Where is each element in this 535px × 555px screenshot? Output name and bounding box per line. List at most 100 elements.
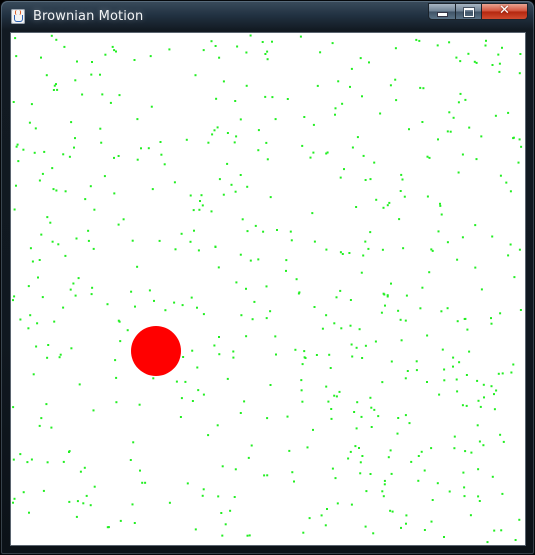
particle bbox=[266, 50, 269, 53]
particle bbox=[85, 494, 88, 497]
particle bbox=[248, 534, 251, 537]
brownian-svg bbox=[12, 34, 523, 544]
particle bbox=[448, 490, 451, 493]
close-button[interactable]: ✕ bbox=[482, 3, 528, 20]
particle bbox=[69, 288, 72, 291]
particle bbox=[202, 393, 205, 396]
particle bbox=[144, 481, 147, 484]
particle bbox=[106, 526, 109, 529]
particle bbox=[463, 318, 466, 320]
particle bbox=[484, 44, 487, 47]
particle bbox=[119, 340, 122, 343]
particle bbox=[439, 204, 442, 207]
particle bbox=[240, 314, 243, 317]
particle bbox=[233, 496, 236, 498]
particle bbox=[93, 208, 96, 211]
particle bbox=[459, 60, 462, 63]
particle bbox=[349, 85, 351, 88]
particle bbox=[446, 241, 449, 244]
particle bbox=[92, 247, 95, 250]
particle bbox=[430, 520, 433, 523]
particle bbox=[423, 529, 426, 531]
particle bbox=[355, 427, 358, 430]
particle bbox=[306, 446, 309, 449]
particle bbox=[499, 174, 502, 177]
particle bbox=[104, 53, 107, 56]
particle bbox=[197, 389, 200, 392]
particle bbox=[185, 138, 188, 141]
particle bbox=[45, 74, 48, 77]
particle bbox=[389, 449, 392, 452]
particle bbox=[15, 55, 18, 58]
particle bbox=[405, 514, 408, 517]
particle bbox=[89, 504, 92, 507]
particle bbox=[196, 366, 199, 369]
particle bbox=[408, 422, 411, 425]
particle bbox=[295, 278, 298, 281]
particle bbox=[338, 390, 341, 393]
particle bbox=[349, 450, 352, 453]
particle bbox=[415, 369, 418, 372]
particle bbox=[491, 235, 494, 238]
particle bbox=[130, 290, 133, 293]
minimize-button[interactable] bbox=[428, 3, 456, 20]
maximize-button[interactable] bbox=[456, 3, 482, 20]
particle bbox=[391, 510, 394, 513]
particle bbox=[405, 522, 407, 525]
particle bbox=[379, 112, 382, 115]
particle bbox=[234, 190, 237, 193]
particle bbox=[218, 353, 221, 356]
particle bbox=[452, 116, 455, 119]
particle bbox=[491, 475, 494, 478]
particle bbox=[269, 310, 272, 313]
particle bbox=[477, 399, 480, 402]
app-window: Brownian Motion ✕ bbox=[0, 0, 535, 555]
particle bbox=[261, 41, 264, 43]
particle bbox=[394, 78, 397, 81]
particle bbox=[337, 80, 340, 83]
particle bbox=[190, 296, 193, 299]
particle bbox=[404, 414, 407, 417]
particle bbox=[118, 94, 121, 97]
particle bbox=[266, 417, 269, 420]
particle bbox=[289, 230, 292, 233]
particle bbox=[191, 349, 194, 352]
particle bbox=[122, 218, 125, 221]
particle bbox=[498, 70, 501, 73]
particle bbox=[390, 360, 393, 363]
particle bbox=[380, 311, 383, 314]
particle bbox=[245, 287, 247, 290]
particle bbox=[423, 469, 426, 472]
particle bbox=[364, 240, 367, 243]
particle bbox=[301, 363, 304, 366]
particle bbox=[372, 532, 375, 535]
java-cup-icon[interactable] bbox=[11, 9, 25, 24]
particle bbox=[300, 389, 303, 392]
particle bbox=[364, 525, 367, 528]
particle bbox=[50, 426, 53, 429]
window-title: Brownian Motion bbox=[33, 9, 144, 24]
title-bar[interactable]: Brownian Motion ✕ bbox=[1, 1, 534, 31]
particle bbox=[89, 185, 92, 188]
particle bbox=[361, 357, 364, 359]
particle bbox=[249, 259, 252, 262]
window-controls: ✕ bbox=[428, 3, 528, 21]
particle bbox=[368, 61, 370, 64]
particle bbox=[330, 417, 333, 420]
particle bbox=[382, 292, 385, 295]
particle bbox=[266, 158, 269, 161]
particle bbox=[271, 96, 274, 99]
particle bbox=[50, 34, 53, 37]
particle bbox=[249, 34, 252, 37]
particle bbox=[477, 495, 480, 498]
particle bbox=[181, 304, 184, 307]
particle bbox=[214, 45, 217, 47]
particle bbox=[224, 523, 227, 526]
particle bbox=[72, 282, 75, 285]
particle bbox=[350, 503, 353, 506]
particle bbox=[466, 328, 469, 331]
particle bbox=[51, 240, 54, 243]
particle bbox=[113, 192, 116, 195]
particle bbox=[234, 100, 237, 102]
particle bbox=[333, 322, 336, 325]
